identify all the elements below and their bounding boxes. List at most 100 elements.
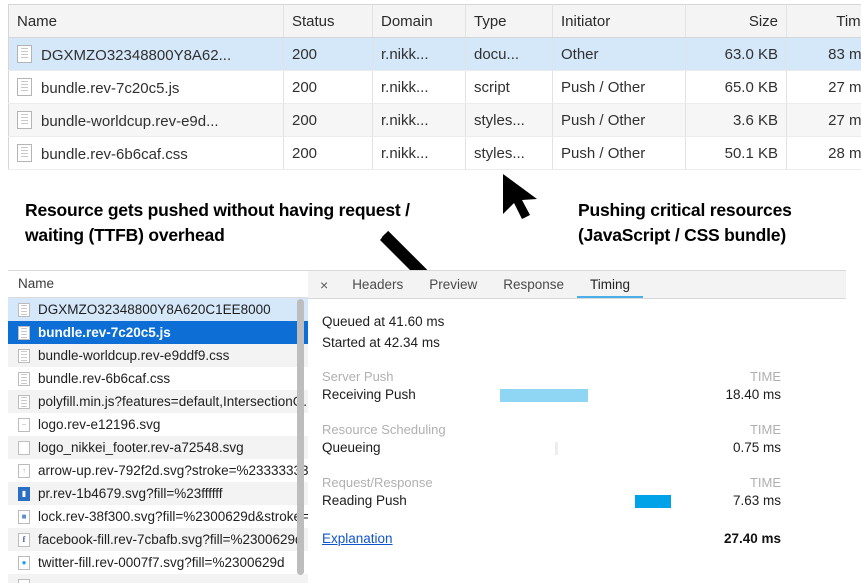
list-item[interactable]: bundle.rev-7c20c5.js [8, 321, 308, 344]
timing-value: 0.75 ms [733, 437, 781, 459]
cell-domain: r.nikk... [373, 71, 466, 104]
started-at-text: Started at 42.34 ms [322, 332, 846, 353]
partial-icon [18, 579, 30, 584]
total-time-value: 27.40 ms [724, 528, 781, 550]
request-list-pane[interactable]: Name DGXMZO32348800Y8A620C1EE8000 bundle… [8, 271, 309, 583]
table-row[interactable]: bundle.rev-7c20c5.js 200 r.nikk... scrip… [9, 71, 861, 104]
file-name: polyfill.min.js?features=default,Interse… [38, 390, 308, 413]
tab-response[interactable]: Response [490, 271, 577, 298]
image-placeholder-icon: − [18, 418, 30, 432]
group-time-label: TIME [750, 422, 781, 437]
list-item[interactable]: bundle.rev-6b6caf.css [8, 367, 308, 390]
column-header-initiator[interactable]: Initiator [553, 5, 686, 38]
list-item-partial[interactable] [8, 574, 308, 583]
cell-size: 65.0 KB [686, 71, 787, 104]
timing-group-header-request-response: Request/Response TIME [322, 475, 846, 490]
cell-type: styles... [466, 137, 553, 170]
file-name: lock.rev-38f300.svg?fill=%2300629d&strok… [38, 505, 308, 528]
file-list-scrollbar[interactable] [297, 299, 304, 575]
list-item[interactable]: − logo.rev-e12196.svg [8, 413, 308, 436]
cell-name: bundle.rev-6b6caf.css [9, 137, 284, 170]
cell-name: DGXMZO32348800Y8A62... [9, 38, 284, 71]
document-icon [18, 372, 30, 386]
request-detail-pane: × Headers Preview Response Timing Queued… [308, 271, 846, 583]
tab-headers[interactable]: Headers [339, 271, 416, 298]
list-item[interactable]: bundle-worldcup.rev-e9ddf9.css [8, 344, 308, 367]
cell-time: 27 ms [787, 71, 861, 104]
detail-tabbar: × Headers Preview Response Timing [308, 271, 846, 299]
facebook-icon: f [18, 533, 30, 547]
list-item[interactable]: f facebook-fill.rev-7cbafb.svg?fill=%230… [8, 528, 308, 551]
file-name: DGXMZO32348800Y8A620C1EE8000 [38, 298, 271, 321]
document-icon [18, 303, 30, 317]
file-name: logo.rev-e12196.svg [38, 413, 160, 436]
cell-size: 3.6 KB [686, 104, 787, 137]
timing-row-receiving-push: Receiving Push 18.40 ms [322, 384, 846, 406]
file-name: bundle.rev-7c20c5.js [38, 321, 171, 344]
column-header-status[interactable]: Status [284, 5, 373, 38]
column-header-type[interactable]: Type [466, 5, 553, 38]
file-name: bundle.rev-6b6caf.css [38, 367, 170, 390]
list-item[interactable]: ■ lock.rev-38f300.svg?fill=%2300629d&str… [8, 505, 308, 528]
column-header-size[interactable]: Size [686, 5, 787, 38]
cell-domain: r.nikk... [373, 137, 466, 170]
timing-bar-queueing [555, 442, 558, 455]
cell-initiator: Push / Other [553, 71, 686, 104]
list-item[interactable]: ↑ arrow-up.rev-792f2d.svg?stroke=%233333… [8, 459, 308, 482]
document-icon [17, 45, 32, 63]
timing-value: 18.40 ms [725, 384, 781, 406]
timing-bar-reading-push [635, 495, 671, 508]
network-request-table[interactable]: Name Status Domain Type Initiator Size T… [8, 4, 861, 170]
list-item[interactable]: ● twitter-fill.rev-0007f7.svg?fill=%2300… [8, 551, 308, 574]
timing-group-header-resource-scheduling: Resource Scheduling TIME [322, 422, 846, 437]
cell-status: 200 [284, 104, 373, 137]
timing-body: Queued at 41.60 ms Started at 42.34 ms S… [308, 299, 846, 550]
explanation-link[interactable]: Explanation [322, 528, 393, 550]
request-name: bundle-worldcup.rev-e9d... [41, 113, 219, 130]
list-item[interactable]: logo_nikkei_footer.rev-a72548.svg [8, 436, 308, 459]
column-header-time[interactable]: Time [787, 5, 861, 38]
list-item[interactable]: ▮ pr.rev-1b4679.svg?fill=%23ffffff [8, 482, 308, 505]
timing-row-reading-push: Reading Push 7.63 ms [322, 490, 846, 512]
network-table-header-row: Name Status Domain Type Initiator Size T… [9, 5, 861, 38]
timing-value: 7.63 ms [733, 490, 781, 512]
list-item[interactable]: polyfill.min.js?features=default,Interse… [8, 390, 308, 413]
file-name: arrow-up.rev-792f2d.svg?stroke=%23333333 [38, 459, 308, 482]
mouse-cursor-icon [497, 172, 549, 222]
annotation-right-text: Pushing critical resources (JavaScript /… [578, 198, 858, 248]
list-item[interactable]: DGXMZO32348800Y8A620C1EE8000 [8, 298, 308, 321]
tab-timing[interactable]: Timing [577, 271, 643, 298]
tab-preview[interactable]: Preview [416, 271, 490, 298]
blank-image-icon [18, 441, 30, 455]
timing-bar-receiving-push [500, 389, 588, 402]
cell-domain: r.nikk... [373, 38, 466, 71]
group-time-label: TIME [750, 369, 781, 384]
close-icon[interactable]: × [316, 271, 339, 299]
cell-type: styles... [466, 104, 553, 137]
group-title: Request/Response [322, 475, 433, 490]
cell-type: script [466, 71, 553, 104]
table-row[interactable]: DGXMZO32348800Y8A62... 200 r.nikk... doc… [9, 38, 861, 71]
group-title: Server Push [322, 369, 394, 384]
cell-size: 50.1 KB [686, 137, 787, 170]
column-header-name[interactable]: Name [9, 5, 284, 38]
group-title: Resource Scheduling [322, 422, 446, 437]
devtools-panel: Name DGXMZO32348800Y8A620C1EE8000 bundle… [8, 270, 846, 583]
cell-initiator: Push / Other [553, 137, 686, 170]
timing-group-header-server-push: Server Push TIME [322, 369, 846, 384]
cell-status: 200 [284, 38, 373, 71]
file-list[interactable]: DGXMZO32348800Y8A620C1EE8000 bundle.rev-… [8, 298, 308, 583]
file-name: bundle-worldcup.rev-e9ddf9.css [38, 344, 229, 367]
document-icon [17, 144, 32, 162]
file-name: facebook-fill.rev-7cbafb.svg?fill=%23006… [38, 528, 303, 551]
cell-time: 83 ms [787, 38, 861, 71]
cell-status: 200 [284, 137, 373, 170]
lock-icon: ■ [18, 510, 30, 524]
file-name: logo_nikkei_footer.rev-a72548.svg [38, 436, 244, 459]
column-header-domain[interactable]: Domain [373, 5, 466, 38]
table-row[interactable]: bundle-worldcup.rev-e9d... 200 r.nikk...… [9, 104, 861, 137]
timing-label: Queueing [322, 437, 381, 459]
twitter-icon: ● [18, 556, 30, 570]
cell-initiator: Push / Other [553, 104, 686, 137]
table-row[interactable]: bundle.rev-6b6caf.css 200 r.nikk... styl… [9, 137, 861, 170]
